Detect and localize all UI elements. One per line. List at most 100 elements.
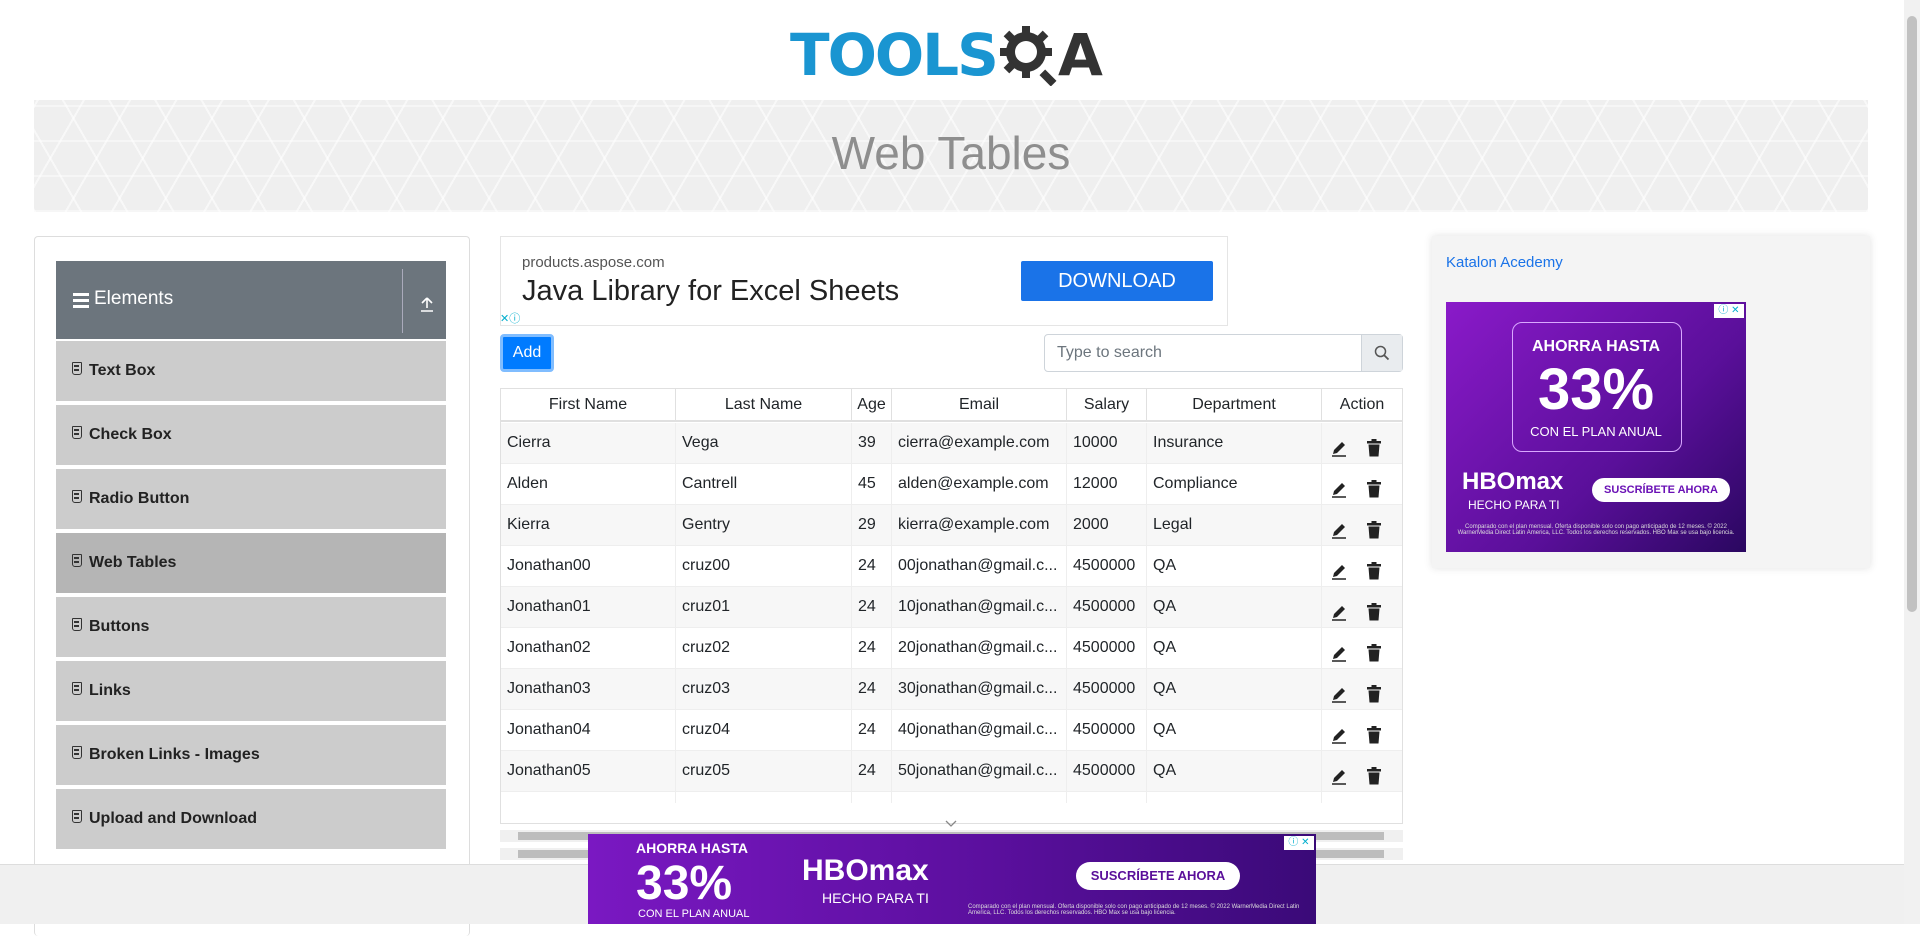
ad-percent: 33% <box>636 857 733 910</box>
delete-icon[interactable] <box>1366 433 1382 463</box>
sidebar-item-label: Check Box <box>89 426 172 443</box>
table-cell: Jonathan04 <box>501 710 676 750</box>
ad-domain: products.aspose.com <box>522 254 665 271</box>
table-cell: 45 <box>852 464 892 504</box>
sidebar-item-broken-links[interactable]: Broken Links - Images <box>56 725 446 787</box>
sidebar-item-text-box[interactable]: Text Box <box>56 341 446 403</box>
hbomax-ad[interactable]: ⓘ ✕ AHORRA HASTA 33% CON EL PLAN ANUAL H… <box>1446 302 1746 552</box>
edit-icon[interactable] <box>1330 720 1348 750</box>
table-cell: 12000 <box>1067 464 1147 504</box>
add-button[interactable]: Add <box>500 334 554 372</box>
empty-row <box>501 753 1402 803</box>
delete-icon[interactable] <box>1366 556 1382 586</box>
delete-icon[interactable] <box>1366 638 1382 668</box>
sidebar-item-links[interactable]: Links <box>56 661 446 723</box>
table-cell: Jonathan03 <box>501 669 676 709</box>
table-cell: 4500000 <box>1067 628 1147 668</box>
delete-icon[interactable] <box>1366 474 1382 504</box>
table-cell: Kierra <box>501 505 676 545</box>
column-header[interactable]: Department <box>1147 389 1322 420</box>
edit-icon[interactable] <box>1330 679 1348 709</box>
table-cell: 24 <box>852 628 892 668</box>
ad-subscribe-button[interactable]: SUSCRÍBETE AHORA <box>1592 478 1730 502</box>
column-header[interactable]: Salary <box>1067 389 1147 420</box>
table-cell: QA <box>1147 546 1322 586</box>
edit-icon[interactable] <box>1330 433 1348 463</box>
ad-download-button[interactable]: DOWNLOAD <box>1021 261 1213 301</box>
delete-icon[interactable] <box>1366 679 1382 709</box>
action-cell <box>1322 546 1402 586</box>
sidebar-item-buttons[interactable]: Buttons <box>56 597 446 659</box>
html5-icon <box>72 490 82 503</box>
search-input[interactable] <box>1045 335 1363 371</box>
ad-line: CON EL PLAN ANUAL <box>638 908 750 920</box>
edit-icon[interactable] <box>1330 515 1348 545</box>
delete-icon[interactable] <box>1366 515 1382 545</box>
table-cell: 2000 <box>1067 505 1147 545</box>
table-row: Alden Cantrell 45 alden@example.com 12000 Com… <box>501 464 1402 505</box>
delete-icon[interactable] <box>1366 720 1382 750</box>
vertical-scrollbar[interactable] <box>1904 0 1920 924</box>
sidebar-item-check-box[interactable]: Check Box <box>56 405 446 467</box>
table-cell: 30jonathan@gmail.c... <box>892 669 1067 709</box>
table-row: Jonathan03 cruz03 24 30jonathan@gmail.c... 4… <box>501 669 1402 710</box>
ad-line: AHORRA HASTA <box>1532 338 1660 355</box>
ad-choices-icon[interactable]: ⓘ ✕ <box>1714 304 1744 318</box>
hamburger-icon <box>73 293 89 308</box>
table-cell: 40jonathan@gmail.c... <box>892 710 1067 750</box>
column-header[interactable]: Action <box>1322 389 1402 420</box>
search-box <box>1044 334 1403 372</box>
html5-icon <box>72 554 82 567</box>
ad-headline: Java Library for Excel Sheets <box>522 275 900 307</box>
scrollbar-thumb[interactable] <box>1907 16 1917 612</box>
elements-group-header[interactable]: Elements <box>56 261 446 341</box>
sidebar-menu: Text Box Check Box Radio Button Web Tabl… <box>56 341 446 853</box>
bottom-ad[interactable]: ⓘ ✕ AHORRA HASTA 33% CON EL PLAN ANUAL H… <box>588 834 1316 924</box>
table-cell: Vega <box>676 423 852 463</box>
ad-choices-icon[interactable]: ✕ⓘ <box>500 310 526 325</box>
column-header[interactable]: Last Name <box>676 389 852 420</box>
sidebar-item-web-tables[interactable]: Web Tables <box>56 533 446 595</box>
edit-icon[interactable] <box>1330 597 1348 627</box>
sidebar-item-label: Web Tables <box>89 554 177 571</box>
table-header: First Name Last Name Age Email Salary De… <box>501 389 1402 422</box>
ad-line: AHORRA HASTA <box>636 840 748 856</box>
column-header[interactable]: Age <box>852 389 892 420</box>
search-button[interactable] <box>1361 335 1402 371</box>
column-header[interactable]: First Name <box>501 389 676 420</box>
action-cell <box>1322 669 1402 709</box>
table-cell: 10000 <box>1067 423 1147 463</box>
ad-brand: HBOmax <box>802 854 929 887</box>
katalon-image-link[interactable]: Katalon Acedemy <box>1446 254 1563 271</box>
edit-icon[interactable] <box>1330 638 1348 668</box>
sidebar-item-label: Upload and Download <box>89 810 257 827</box>
delete-icon[interactable] <box>1366 597 1382 627</box>
column-header[interactable]: Email <box>892 389 1067 420</box>
table-cell: cruz01 <box>676 587 852 627</box>
sidebar-item-label: Links <box>89 682 131 699</box>
table-cell: alden@example.com <box>892 464 1067 504</box>
toolsqa-logo[interactable]: TOOLS A <box>790 14 1115 92</box>
sidebar-item-label: Radio Button <box>89 490 190 507</box>
action-cell <box>1322 423 1402 463</box>
table-cell: 4500000 <box>1067 669 1147 709</box>
table-cell: 39 <box>852 423 892 463</box>
edit-icon[interactable] <box>1330 556 1348 586</box>
table-cell: cierra@example.com <box>892 423 1067 463</box>
logo-text: TOOLS <box>790 21 999 89</box>
top-ad[interactable]: products.aspose.com Java Library for Exc… <box>500 236 1228 326</box>
sidebar-item-radio-button[interactable]: Radio Button <box>56 469 446 531</box>
table-cell: 4500000 <box>1067 546 1147 586</box>
table-cell: cruz03 <box>676 669 852 709</box>
table-cell: Jonathan00 <box>501 546 676 586</box>
group-title: Elements <box>94 288 174 309</box>
right-ad[interactable]: Katalon Acedemy ⓘ ✕ AHORRA HASTA 33% CON… <box>1432 236 1870 568</box>
table-row: Cierra Vega 39 cierra@example.com 10000 Insur… <box>501 423 1402 464</box>
sidebar-item-upload-download[interactable]: Upload and Download <box>56 789 446 851</box>
ad-subscribe-button[interactable]: SUSCRÍBETE AHORA <box>1076 862 1240 890</box>
edit-icon[interactable] <box>1330 474 1348 504</box>
table-row: Jonathan04 cruz04 24 40jonathan@gmail.c... 4… <box>501 710 1402 751</box>
ad-choices-icon[interactable]: ⓘ ✕ <box>1284 836 1314 850</box>
table-cell: kierra@example.com <box>892 505 1067 545</box>
ad-tagline: HECHO PARA TI <box>1468 498 1560 512</box>
